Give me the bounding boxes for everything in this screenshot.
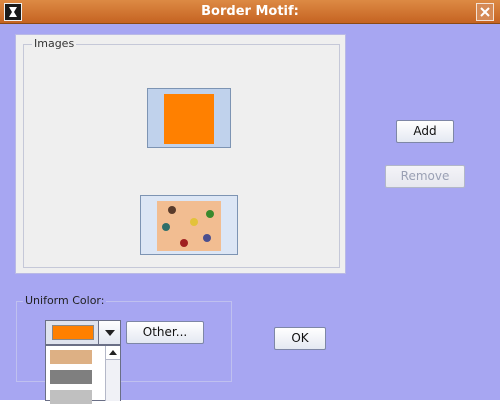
window-title: Border Motif:: [201, 4, 299, 19]
dropdown-scrollbar[interactable]: [105, 346, 120, 401]
color-dropdown-list[interactable]: [45, 345, 121, 404]
uniform-color-combo[interactable]: [45, 320, 121, 345]
images-legend: Images: [32, 36, 77, 52]
chevron-up-icon: [109, 350, 117, 355]
other-color-button[interactable]: Other...: [126, 321, 204, 344]
remove-button[interactable]: Remove: [385, 165, 465, 188]
selected-color-swatch: [52, 325, 94, 340]
close-icon: [480, 7, 490, 17]
bug-icon: [168, 206, 176, 214]
color-option[interactable]: [50, 390, 92, 404]
orange-swatch-image[interactable]: [147, 88, 231, 148]
border-motif-dialog: Border Motif: Images Add Remove Uniform …: [0, 0, 500, 404]
add-button[interactable]: Add: [396, 120, 454, 143]
bugs-pattern: [157, 201, 221, 251]
bug-icon: [180, 239, 188, 247]
bug-icon: [162, 223, 170, 231]
ok-button[interactable]: OK: [274, 327, 326, 350]
close-button[interactable]: [476, 3, 494, 21]
images-panel: Images: [15, 34, 346, 274]
images-group: Images: [23, 36, 340, 268]
color-option[interactable]: [50, 350, 92, 364]
uniform-color-legend: Uniform Color:: [23, 294, 107, 308]
bug-icon: [190, 218, 198, 226]
bugs-pattern-image[interactable]: [140, 195, 238, 255]
title-bar[interactable]: Border Motif:: [0, 0, 500, 24]
bug-icon: [203, 234, 211, 242]
orange-swatch: [164, 94, 214, 144]
bug-icon: [206, 210, 214, 218]
chevron-down-icon: [104, 329, 115, 336]
color-option[interactable]: [50, 370, 92, 384]
combo-dropdown-button[interactable]: [98, 321, 120, 344]
scroll-up-button[interactable]: [106, 346, 120, 360]
